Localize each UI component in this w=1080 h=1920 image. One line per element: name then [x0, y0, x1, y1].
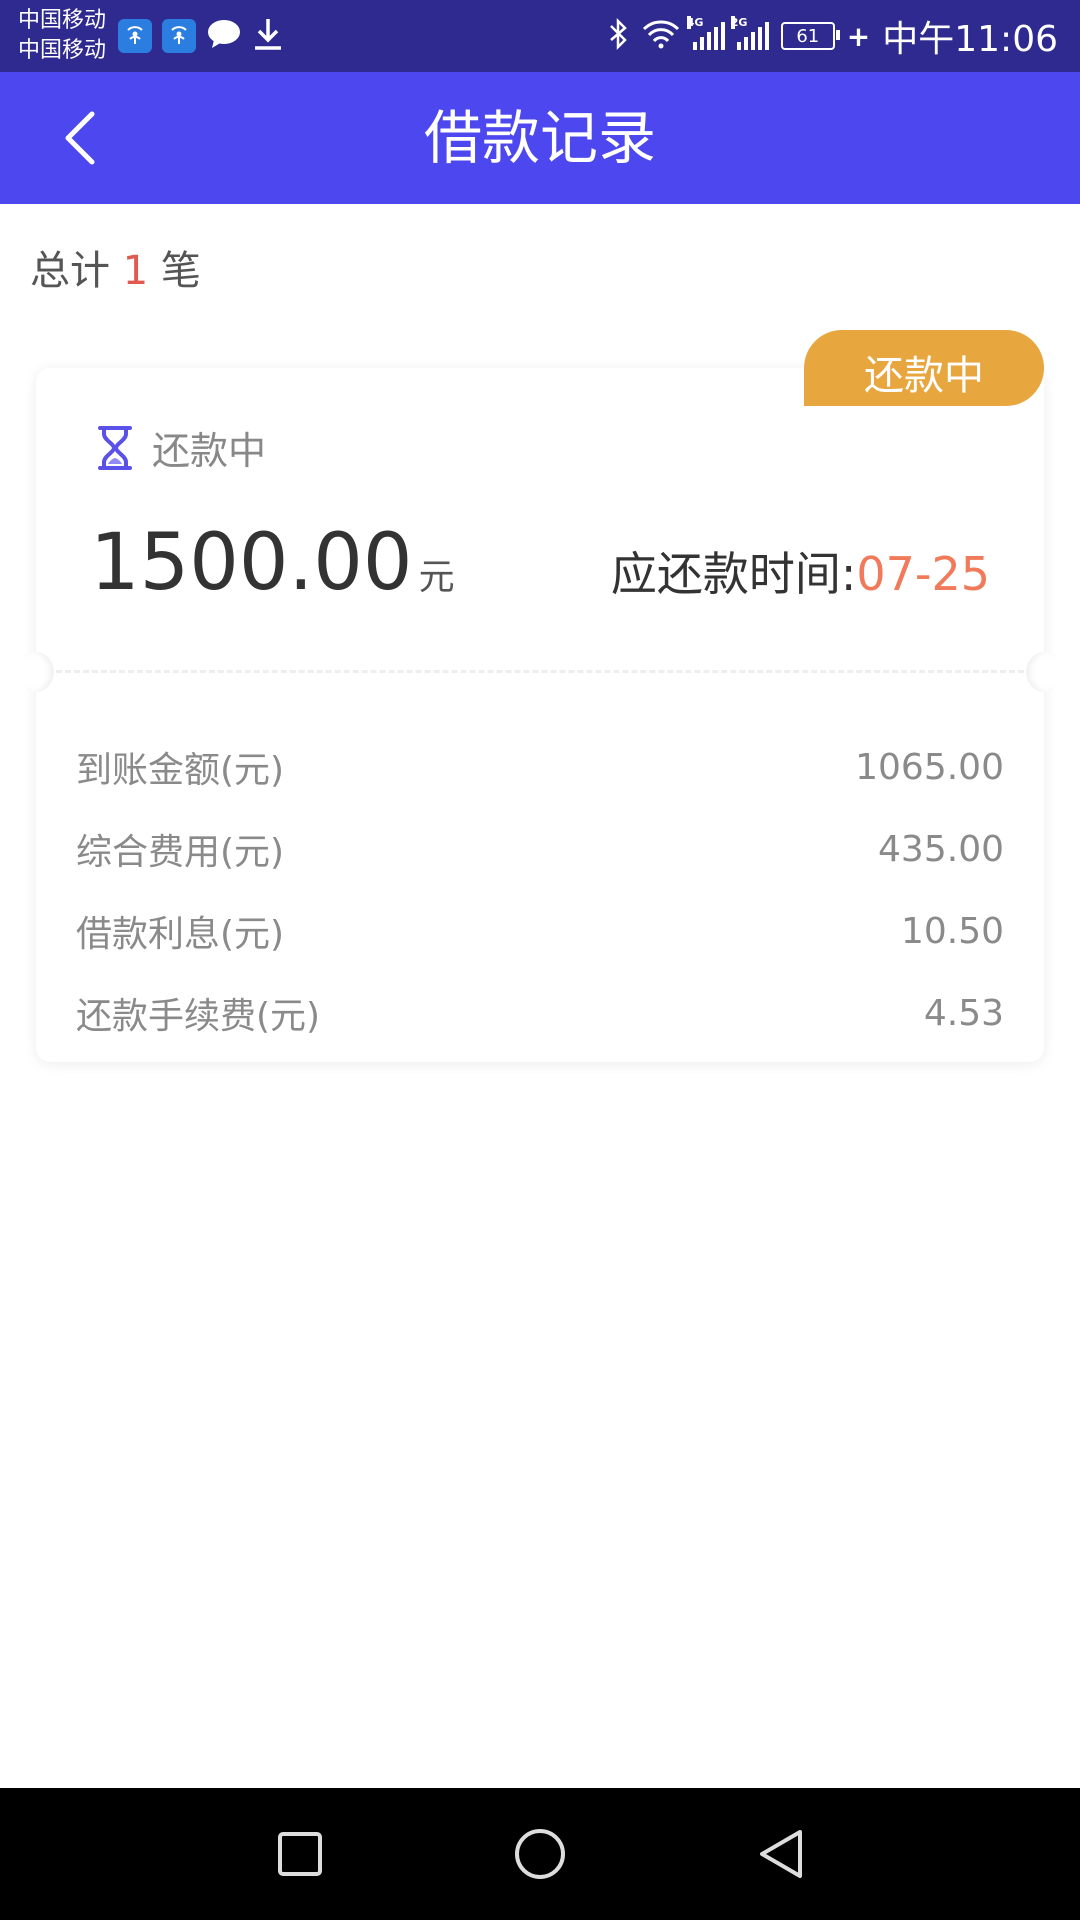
page: 中国移动 中国移动 4G 2G 61 + 中午11:06 借款记录 总计 1 笔… — [0, 0, 1080, 1920]
notification-icons — [118, 18, 284, 54]
loan-amount: 1500.00 元 — [90, 518, 455, 608]
battery-icon: 61 — [780, 22, 840, 50]
due-time: 应还款时间:07-25 — [611, 538, 990, 604]
system-nav-bar — [0, 1788, 1080, 1920]
nav-back-button[interactable] — [740, 1814, 820, 1894]
hotspot-icon — [162, 19, 196, 53]
home-button[interactable] — [500, 1814, 580, 1894]
detail-label: 借款利息(元) — [76, 914, 285, 955]
triangle-back-icon — [760, 1830, 802, 1878]
carrier-1: 中国移动 — [18, 8, 107, 33]
wifi-icon — [641, 19, 681, 53]
recent-apps-button[interactable] — [260, 1814, 340, 1894]
clock: 中午11:06 — [882, 19, 1058, 60]
detail-row-fee: 综合费用(元) 435.00 — [76, 808, 1004, 890]
detail-label: 综合费用(元) — [76, 832, 285, 873]
total-prefix: 总计 — [30, 248, 110, 294]
detail-value: 1065.00 — [855, 746, 1004, 788]
detail-value: 435.00 — [878, 828, 1004, 870]
signal-icon: 4G — [686, 16, 725, 50]
network-type-2: 2G — [730, 16, 748, 29]
system-icons: 4G 2G 61 + 中午11:06 — [607, 14, 1058, 60]
card-notch-right — [1026, 652, 1062, 692]
detail-value: 10.50 — [900, 910, 1004, 952]
detail-row-repayment-fee: 还款手续费(元) 4.53 — [76, 972, 1004, 1054]
download-icon — [252, 17, 284, 55]
dashed-divider — [56, 670, 1024, 673]
carrier-info: 中国移动 中国移动 — [18, 6, 106, 66]
total-count: 1 — [122, 248, 149, 294]
detail-row-interest: 借款利息(元) 10.50 — [76, 890, 1004, 972]
status-bar: 中国移动 中国移动 4G 2G 61 + 中午11:06 — [0, 0, 1080, 72]
detail-row-received: 到账金额(元) 1065.00 — [76, 726, 1004, 808]
total-summary: 总计 1 笔 — [30, 238, 201, 296]
signal-icon: 2G — [730, 16, 769, 50]
network-type-1: 4G — [686, 16, 704, 29]
amount-value: 1500.00 — [90, 518, 413, 608]
bluetooth-icon — [607, 17, 629, 55]
detail-label: 还款手续费(元) — [76, 996, 321, 1037]
page-title: 借款记录 — [423, 104, 656, 172]
status-label: 还款中 — [152, 429, 267, 473]
status-badge: 还款中 — [804, 330, 1044, 406]
due-label: 应还款时间: — [610, 547, 857, 601]
detail-label: 到账金额(元) — [76, 750, 285, 791]
hourglass-icon — [98, 425, 132, 470]
due-date: 07-25 — [856, 547, 990, 601]
loan-details: 到账金额(元) 1065.00 综合费用(元) 435.00 借款利息(元) 1… — [76, 726, 1004, 1054]
battery-level: 61 — [796, 25, 820, 47]
message-icon — [206, 18, 242, 54]
loan-card[interactable]: 还款中 1500.00 元 应还款时间:07-25 到账金额(元) 1065.00… — [18, 368, 1062, 1062]
carrier-2: 中国移动 — [18, 38, 107, 63]
total-suffix: 笔 — [160, 248, 201, 294]
hotspot-icon — [118, 19, 152, 53]
app-header: 借款记录 — [0, 72, 1080, 204]
charging-icon: + — [846, 19, 871, 53]
card-notch-left — [18, 652, 54, 692]
circle-icon — [515, 1829, 565, 1879]
square-icon — [278, 1832, 322, 1876]
amount-unit: 元 — [418, 557, 455, 598]
loan-status: 还款中 — [94, 420, 266, 475]
detail-value: 4.53 — [923, 992, 1004, 1034]
